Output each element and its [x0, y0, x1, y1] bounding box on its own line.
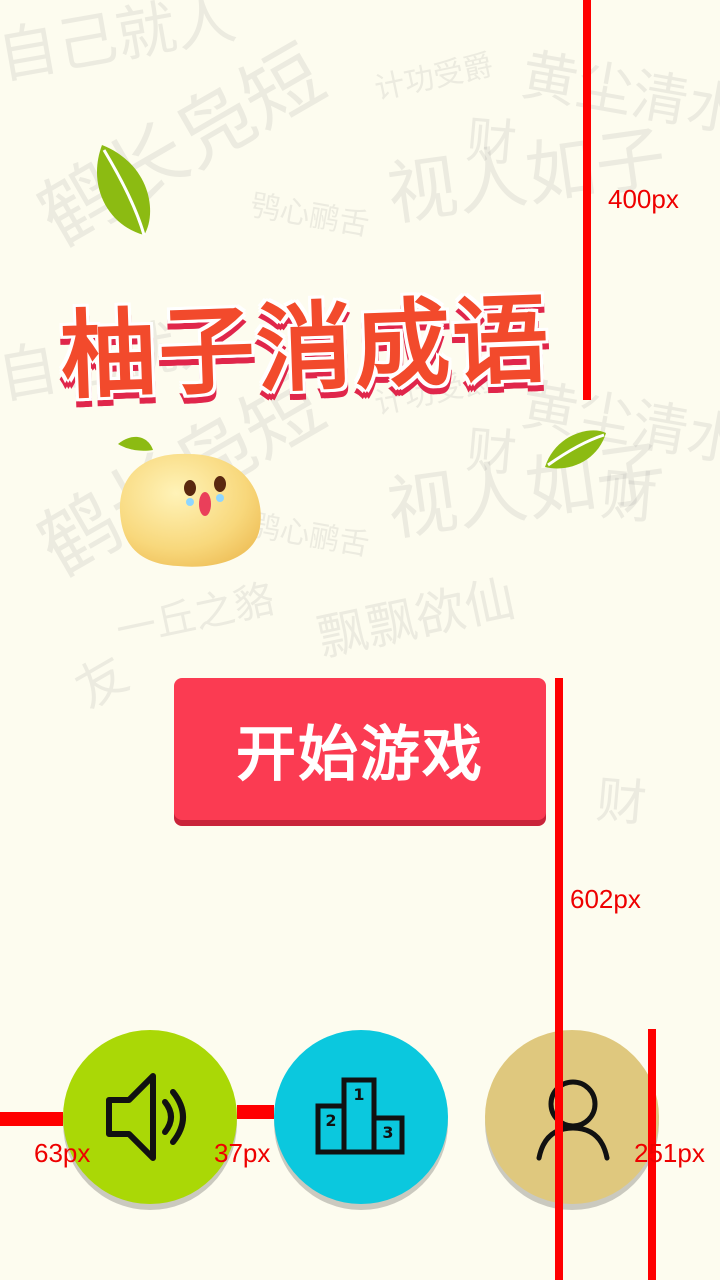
- leaf-top-left-icon: [96, 145, 151, 236]
- start-game-button[interactable]: 开始游戏: [174, 678, 546, 820]
- podium-number-1: 1: [353, 1085, 364, 1104]
- background-idiom-text: 视人如子: [382, 115, 671, 237]
- podium-number-3: 3: [382, 1123, 393, 1142]
- background-idiom-text: 黄尘清水: [516, 42, 720, 146]
- background-idiom-text: 视人如子: [382, 430, 671, 552]
- yuzi-mascot-icon: [118, 436, 261, 567]
- guide-line-mid: [555, 678, 563, 1280]
- background-idiom-text: 鸮心鹂舌: [247, 187, 372, 244]
- leaf-right-icon: [545, 430, 606, 469]
- background-idiom-text: 自己就人: [0, 0, 241, 93]
- podium-number-2: 2: [325, 1111, 336, 1130]
- guide-label-right: 251px: [634, 1138, 705, 1168]
- user-icon: [536, 1079, 610, 1161]
- sound-toggle-button[interactable]: [63, 1030, 237, 1204]
- background-idiom-text: 财: [593, 770, 649, 834]
- background-idiom-text: 友: [65, 644, 138, 720]
- guide-label-top: 400px: [608, 184, 679, 214]
- guide-label-left: 63px: [34, 1138, 91, 1168]
- guide-line-gap: [237, 1105, 274, 1119]
- podium-icon: 1 2 3: [315, 1077, 405, 1155]
- background-idiom-text: 鹤长凫短: [24, 29, 340, 264]
- guide-line-top: [583, 0, 591, 400]
- background-idiom-text: 财: [463, 110, 519, 174]
- background-idiom-text: 一丘之貉: [112, 576, 279, 655]
- profile-button[interactable]: [485, 1030, 659, 1204]
- background-idiom-text: 财: [463, 420, 519, 484]
- guide-line-left: [0, 1112, 63, 1126]
- background-idiom-text: 飘飘欲仙: [312, 569, 520, 668]
- guide-label-mid: 602px: [570, 884, 641, 914]
- speaker-icon: [106, 1073, 186, 1161]
- guide-label-gap: 37px: [214, 1138, 271, 1168]
- leaderboard-button[interactable]: 1 2 3: [274, 1030, 448, 1204]
- background-idiom-text: 计功受爵: [371, 47, 497, 108]
